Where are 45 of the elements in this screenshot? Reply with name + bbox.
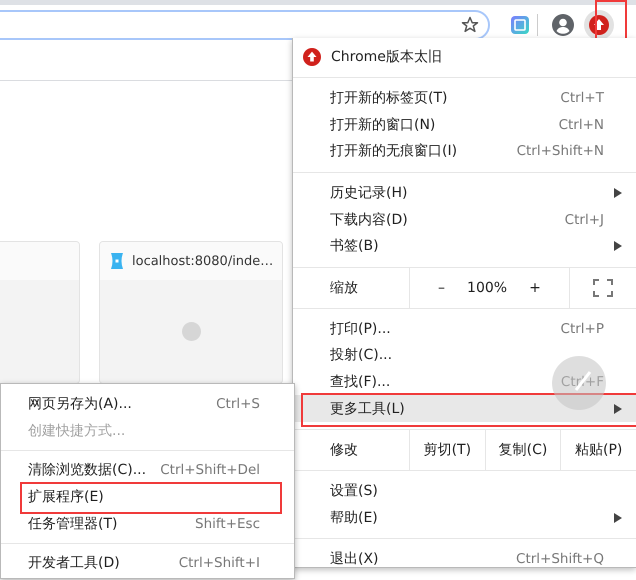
zoom-label: 缩放 [329, 278, 359, 298]
menu-item[interactable]: 任务管理器(T) Shift+Esc [1, 510, 294, 537]
zoom-in-button[interactable]: + [519, 280, 551, 296]
menu-item[interactable]: 扩展程序(E) [1, 484, 294, 510]
menu-item[interactable]: 历史记录(H) [293, 180, 636, 206]
menu-item[interactable]: 打开新的无痕窗口(I) Ctrl+Shift+N [293, 138, 636, 165]
shortcut-text: Ctrl+J [564, 212, 604, 228]
zoom-value: 100% [466, 280, 508, 296]
edit-label: 修改 [329, 440, 359, 460]
update-notice[interactable]: Chrome版本太旧 [331, 48, 442, 66]
shortcut-text: Ctrl+N [558, 116, 604, 133]
menu-item[interactable]: 打印(P)... Ctrl+P [293, 316, 636, 342]
zoom-out-button[interactable]: – [428, 280, 456, 296]
extension-icon[interactable] [511, 16, 529, 34]
shortcut-text: Ctrl+T [560, 90, 604, 106]
menu-item[interactable]: 清除浏览数据(C)... Ctrl+Shift+Del [1, 457, 294, 484]
menu-item[interactable]: 帮助(E) [293, 504, 636, 532]
site-title: localhost:8080/inde… [132, 254, 274, 268]
update-icon [589, 15, 609, 35]
menu-item[interactable]: 开发者工具(D) Ctrl+Shift+I [1, 550, 294, 577]
shortcut-text: Ctrl+Shift+N [516, 143, 604, 160]
menu-item[interactable]: 退出(X) Ctrl+Shift+Q [293, 546, 636, 573]
shortcut-text: Ctrl+S [216, 396, 260, 412]
menu-item[interactable]: 投射(C)... [293, 342, 636, 369]
menu-item[interactable]: 书签(B) [293, 232, 636, 260]
menu-item[interactable]: 打开新的标签页(T) Ctrl+T [293, 85, 636, 112]
update-icon [303, 48, 321, 66]
shortcut-text: Shift+Esc [195, 516, 260, 532]
menu-item[interactable]: 网页另存为(A)... Ctrl+S [1, 391, 294, 418]
shortcut-text: Ctrl+F [560, 374, 604, 390]
profile-icon[interactable] [552, 14, 574, 36]
shortcut-text: Ctrl+Shift+Q [516, 551, 604, 568]
address-field[interactable] [0, 10, 490, 40]
site-icon [110, 253, 124, 269]
menu-item[interactable]: 下载内容(D) Ctrl+J [293, 206, 636, 233]
fullscreen-icon[interactable] [592, 278, 613, 297]
shortcut-text: Ctrl+Shift+Del [160, 462, 260, 478]
shortcut-text: Ctrl+Shift+I [178, 555, 260, 572]
menu-item[interactable]: 查找(F)... Ctrl+F [293, 368, 636, 396]
placeholder-dot [182, 322, 200, 341]
menu-item[interactable]: 打开新的窗口(N) Ctrl+N [293, 112, 636, 138]
shortcut-text: Ctrl+P [560, 320, 604, 337]
menu-item[interactable]: 设置(S) [293, 478, 636, 505]
floating-button[interactable] [552, 356, 606, 410]
site-tile[interactable]: localhost:8080/inde… [99, 241, 283, 384]
